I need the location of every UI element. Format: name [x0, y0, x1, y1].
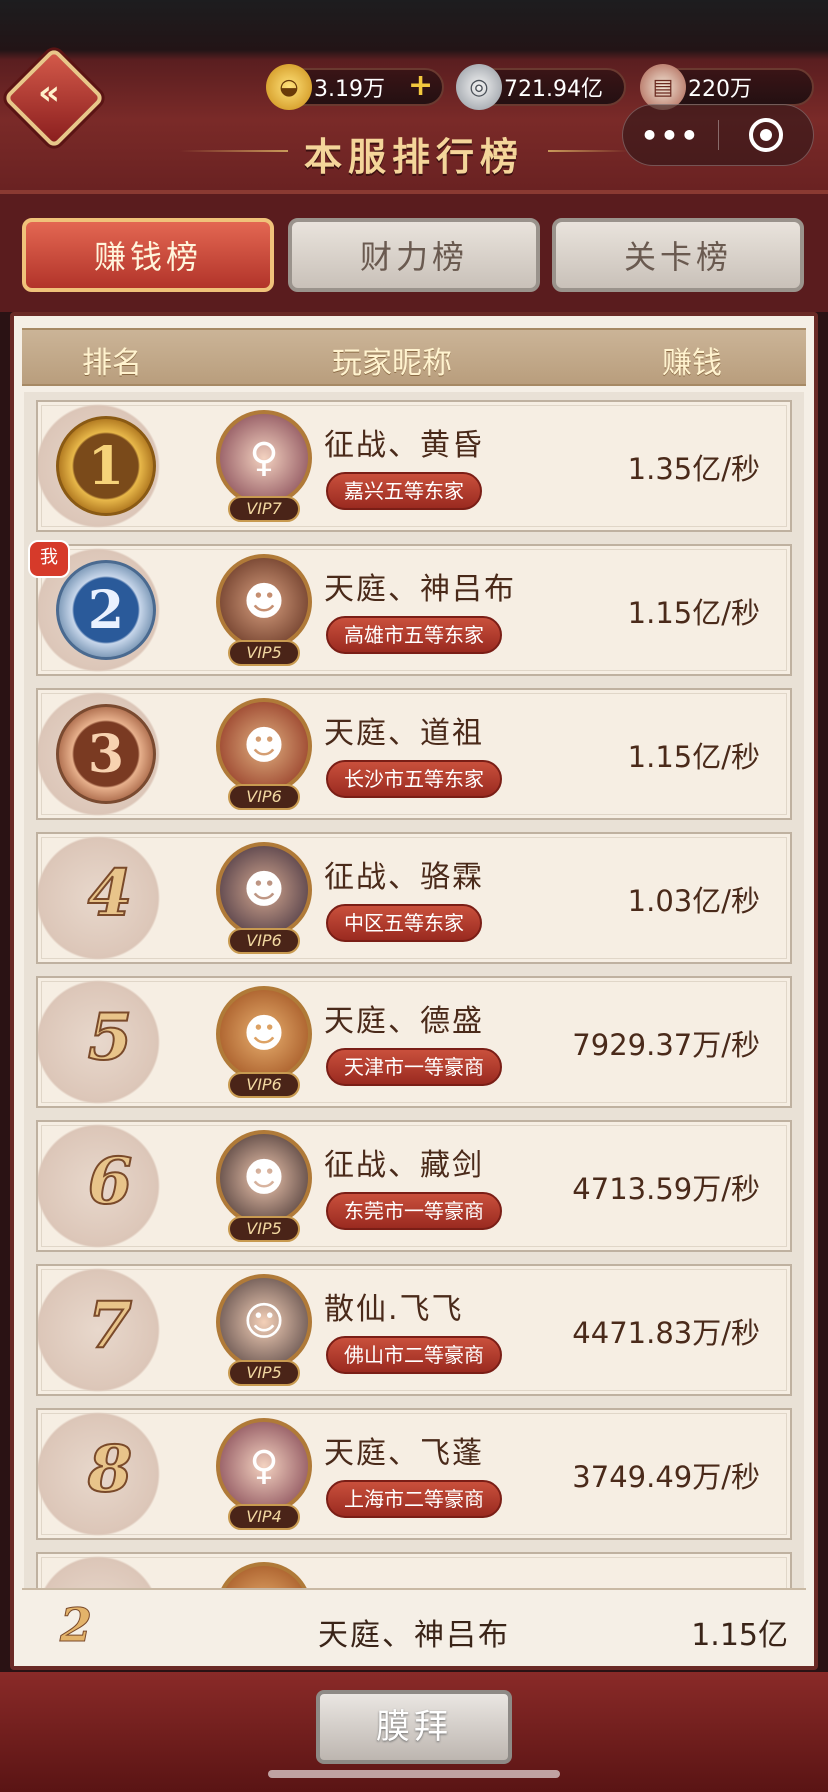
player-name: 征战、骆霖	[324, 860, 484, 895]
earning-value: 4713.59万/秒	[572, 1172, 760, 1206]
table-header: 排名 玩家昵称 赚钱	[22, 328, 806, 386]
rank-number: 7	[87, 1287, 134, 1364]
my-name: 天庭、神吕布	[318, 1618, 510, 1653]
earning-value: 1.15亿/秒	[627, 596, 760, 630]
vip-badge: VIP4	[228, 1504, 300, 1530]
my-earning: 1.15亿	[691, 1618, 788, 1653]
tab-earning[interactable]: 赚钱榜	[22, 218, 274, 292]
worship-button[interactable]: 膜拜	[316, 1690, 512, 1764]
avatar[interactable]: ☻	[216, 554, 312, 650]
player-name: 天庭、飞蓬	[324, 1436, 484, 1471]
rank-backdrop	[38, 1554, 208, 1588]
vip-badge: VIP5	[228, 1360, 300, 1386]
rank-number: 5	[87, 999, 134, 1076]
vip-badge: VIP5	[228, 1216, 300, 1242]
rank-number: 6	[87, 1143, 134, 1220]
player-name: 天庭、神吕布	[324, 572, 516, 607]
title-badge: 东莞市一等豪商	[326, 1192, 502, 1230]
earning-value: 4471.83万/秒	[572, 1316, 760, 1350]
vip-badge: VIP7	[228, 496, 300, 522]
table-row[interactable]: 8 ♀ VIP4 天庭、飞蓬 上海市二等豪商 3749.49万/秒	[36, 1408, 792, 1540]
scroll-resource: ▤ 220万	[640, 64, 814, 110]
rank-number: 8	[87, 1431, 134, 1508]
vip-badge: VIP5	[228, 640, 300, 666]
title-badge: 中区五等东家	[326, 904, 482, 942]
avatar[interactable]: ♀	[216, 410, 312, 506]
player-name: 征战、藏剑	[324, 1148, 484, 1183]
vip-badge: VIP6	[228, 928, 300, 954]
title-badge: 上海市二等豪商	[326, 1480, 502, 1518]
silver-resource: ◎ 721.94亿	[456, 64, 626, 110]
back-icon: «	[38, 73, 61, 114]
table-row[interactable]: 7 ☺ VIP5 散仙.飞飞 佛山市二等豪商 4471.83万/秒	[36, 1264, 792, 1396]
title-badge: 嘉兴五等东家	[326, 472, 482, 510]
tab-stage[interactable]: 关卡榜	[552, 218, 804, 292]
gold-value: 3.19万	[314, 77, 385, 102]
avatar[interactable]: ☺	[216, 1274, 312, 1370]
player-name: 散仙.飞飞	[324, 1292, 464, 1327]
scroll-value: 220万	[688, 77, 752, 102]
rank-medal-gold: 1	[56, 416, 156, 516]
plus-icon[interactable]: +	[408, 71, 434, 101]
vip-badge: VIP6	[228, 1072, 300, 1098]
avatar[interactable]: ☻	[216, 986, 312, 1082]
earning-value: 1.35亿/秒	[627, 452, 760, 486]
player-name: 天庭、德盛	[324, 1004, 484, 1039]
gold-resource: ◒ 3.19万 +	[266, 64, 444, 110]
ranking-list[interactable]: 1 ♀ VIP7 征战、黄昏 嘉兴五等东家 1.35亿/秒 我 2 ☻ VIP5…	[24, 392, 804, 1588]
player-name: 天庭、道祖	[324, 716, 484, 751]
silver-value: 721.94亿	[504, 77, 603, 102]
title-badge: 高雄市五等东家	[326, 616, 502, 654]
earning-value: 3749.49万/秒	[572, 1460, 760, 1494]
avatar[interactable]	[216, 1562, 312, 1588]
player-name: 征战、黄昏	[324, 428, 484, 463]
tab-wealth[interactable]: 财力榜	[288, 218, 540, 292]
column-earn: 赚钱	[662, 346, 722, 381]
rank-medal-silver: 2	[56, 560, 156, 660]
table-row[interactable]: 3 ☻ VIP6 天庭、道祖 长沙市五等东家 1.15亿/秒	[36, 688, 792, 820]
home-indicator	[268, 1770, 560, 1778]
avatar[interactable]: ☻	[216, 698, 312, 794]
table-row[interactable]: 5 ☻ VIP6 天庭、德盛 天津市一等豪商 7929.37万/秒	[36, 976, 792, 1108]
title-badge: 天津市一等豪商	[326, 1048, 502, 1086]
silver-coin-icon: ◎	[456, 64, 502, 110]
gold-ingot-icon: ◒	[266, 64, 312, 110]
title-badge: 长沙市五等东家	[326, 760, 502, 798]
vip-badge: VIP6	[228, 784, 300, 810]
avatar[interactable]: ☻	[216, 842, 312, 938]
table-row[interactable]: 6 ☻ VIP5 征战、藏剑 东莞市一等豪商 4713.59万/秒	[36, 1120, 792, 1252]
title-badge: 佛山市二等豪商	[326, 1336, 502, 1374]
table-row[interactable]: 我 2 ☻ VIP5 天庭、神吕布 高雄市五等东家 1.15亿/秒	[28, 540, 792, 676]
rank-number: 4	[87, 855, 134, 932]
table-row[interactable]: 1 ♀ VIP7 征战、黄昏 嘉兴五等东家 1.35亿/秒	[36, 400, 792, 532]
rank-medal-bronze: 3	[56, 704, 156, 804]
column-rank: 排名	[82, 346, 142, 381]
earning-value: 7929.37万/秒	[572, 1028, 760, 1062]
avatar[interactable]: ♀	[216, 1418, 312, 1514]
earning-value: 1.03亿/秒	[627, 884, 760, 918]
me-tag: 我	[28, 540, 70, 578]
table-row[interactable]: 4 ☻ VIP6 征战、骆霖 中区五等东家 1.03亿/秒	[36, 832, 792, 964]
earning-value: 1.15亿/秒	[627, 740, 760, 774]
table-row-partial[interactable]	[36, 1552, 792, 1588]
column-name: 玩家昵称	[332, 346, 452, 381]
page-title: 本服排行榜	[303, 134, 524, 179]
avatar[interactable]: ☻	[216, 1130, 312, 1226]
my-rank-bar: 2 天庭、神吕布 1.15亿	[22, 1588, 806, 1666]
